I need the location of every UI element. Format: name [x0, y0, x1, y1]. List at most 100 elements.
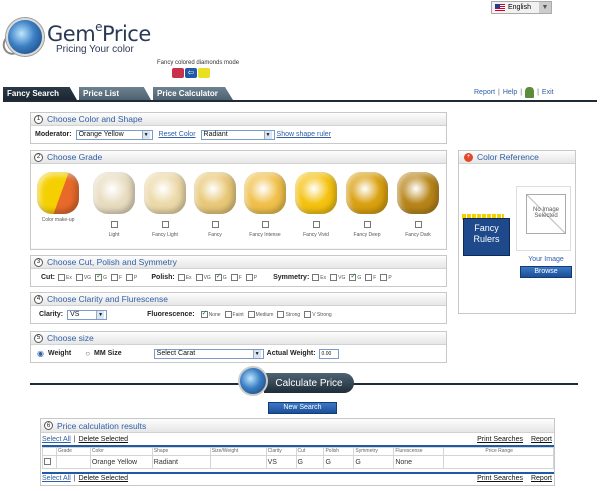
moderator-select[interactable]: Orange Yellow ▼ — [75, 129, 153, 140]
grade-checkbox[interactable] — [364, 221, 371, 228]
tab-price-calculator[interactable]: Price Calculator — [153, 87, 233, 100]
delete-selected-link[interactable]: Delete Selected — [79, 436, 128, 443]
grade-gem[interactable] — [295, 172, 337, 214]
option-ex[interactable]: Ex — [312, 274, 326, 281]
grade-checkbox[interactable] — [262, 221, 269, 228]
checkbox[interactable] — [380, 274, 388, 281]
checkbox[interactable] — [247, 311, 255, 318]
checkbox[interactable] — [304, 311, 312, 318]
checkbox[interactable] — [95, 272, 103, 281]
row-checkbox[interactable] — [44, 457, 51, 465]
checkbox[interactable] — [230, 274, 238, 281]
option-medium[interactable]: Medium — [247, 311, 273, 318]
print-searches-link[interactable]: Print Searches — [477, 436, 523, 443]
mode-switcher[interactable]: ⇦ — [172, 68, 210, 78]
checkbox[interactable] — [365, 274, 373, 281]
option-f[interactable]: F — [230, 274, 242, 281]
checkbox[interactable] — [177, 274, 185, 281]
table-cell — [209, 455, 267, 469]
grade-gem[interactable] — [144, 172, 186, 214]
polish-options: Ex VG G F P — [177, 272, 261, 281]
option-p[interactable]: P — [380, 274, 392, 281]
actual-weight-input[interactable]: 0.00 — [318, 348, 339, 359]
moderator-label: Moderator: — [35, 131, 72, 138]
option-p[interactable]: P — [245, 274, 257, 281]
option-f[interactable]: F — [110, 274, 122, 281]
plus-icon[interactable]: + — [464, 152, 473, 162]
grade-checkbox[interactable] — [313, 221, 320, 228]
checkbox[interactable] — [214, 272, 222, 281]
separator: | — [498, 89, 500, 96]
mm-size-radio-icon[interactable]: ○ — [85, 349, 90, 358]
arrow-left-icon[interactable]: ⇦ — [185, 68, 197, 78]
grade-gem[interactable] — [397, 172, 439, 214]
option-vg[interactable]: VG — [75, 274, 91, 281]
option-vg[interactable]: VG — [195, 274, 211, 281]
grade-checkbox[interactable] — [162, 221, 169, 228]
grade-gem[interactable] — [194, 172, 236, 214]
report-link[interactable]: Report — [531, 436, 552, 443]
grade-label: Fancy Deep — [353, 232, 381, 238]
language-select[interactable]: English ▼ — [491, 1, 552, 14]
option-faint[interactable]: Faint — [224, 311, 244, 318]
reset-color-link[interactable]: Reset Color — [159, 131, 196, 138]
carat-select[interactable]: Select Carat ▼ — [153, 348, 264, 359]
clarity-select[interactable]: VS ▼ — [67, 309, 108, 320]
select-all-link[interactable]: Select All — [42, 436, 71, 443]
report-link[interactable]: Report — [474, 89, 495, 96]
option-v-strong[interactable]: V Strong — [304, 311, 332, 318]
fancy-mode-icon[interactable] — [172, 68, 184, 78]
browse-button[interactable]: Browse — [520, 266, 572, 278]
checkbox[interactable] — [58, 274, 65, 281]
grade-checkbox[interactable] — [415, 221, 422, 228]
checkbox[interactable] — [200, 309, 208, 318]
new-search-button[interactable]: New Search — [268, 402, 337, 414]
checkbox[interactable] — [110, 274, 118, 281]
option-p[interactable]: P — [126, 274, 137, 281]
checkbox[interactable] — [349, 272, 357, 281]
option-g[interactable]: G — [214, 272, 227, 281]
select-all-link[interactable]: Select All — [42, 475, 71, 482]
print-searches-link[interactable]: Print Searches — [477, 475, 523, 482]
section-title: Price calculation results — [57, 420, 147, 431]
tab-price-list[interactable]: Price List — [79, 87, 151, 100]
calculate-price-button[interactable]: Calculate Price — [264, 373, 354, 393]
checkbox[interactable] — [224, 311, 232, 318]
table-cell: Radiant — [151, 455, 211, 469]
tab-fancy-search[interactable]: Fancy Search — [3, 87, 77, 100]
results-print-top: Print Searches Report — [477, 436, 552, 443]
step-number: 5 — [34, 333, 43, 343]
grade-gem[interactable] — [346, 172, 388, 214]
option-f[interactable]: F — [365, 274, 376, 281]
table-cell: G — [353, 455, 395, 469]
table-rule — [42, 472, 554, 474]
exit-link[interactable]: Exit — [542, 89, 554, 96]
help-link[interactable]: Help — [503, 89, 517, 96]
grade-gem[interactable] — [93, 172, 135, 214]
option-ex[interactable]: Ex — [58, 274, 72, 281]
option-strong[interactable]: Strong — [277, 311, 300, 318]
checkbox[interactable] — [330, 274, 338, 281]
show-shape-ruler-link[interactable]: Show shape ruler — [277, 131, 331, 138]
checkbox[interactable] — [312, 274, 320, 281]
fancy-rulers-button[interactable]: Fancy Rulers — [463, 218, 510, 256]
weight-radio-icon[interactable]: ◉ — [37, 349, 44, 358]
grade-gem[interactable] — [244, 172, 286, 214]
checkbox[interactable] — [277, 311, 285, 318]
report-link[interactable]: Report — [531, 475, 552, 482]
checkbox[interactable] — [245, 274, 253, 281]
option-ex[interactable]: Ex — [177, 274, 192, 281]
option-vg[interactable]: VG — [330, 274, 345, 281]
chevron-down-icon[interactable]: ▼ — [539, 2, 551, 13]
grade-checkbox[interactable] — [111, 221, 118, 228]
shape-select[interactable]: Radiant ▼ — [200, 129, 275, 140]
option-none[interactable]: None — [200, 309, 221, 318]
option-g[interactable]: G — [349, 272, 361, 281]
checkbox[interactable] — [75, 274, 83, 281]
checkbox[interactable] — [126, 274, 134, 281]
yellow-mode-icon[interactable] — [198, 68, 210, 78]
delete-selected-link[interactable]: Delete Selected — [79, 475, 128, 482]
option-g[interactable]: G — [95, 272, 107, 281]
checkbox[interactable] — [195, 274, 203, 281]
grade-checkbox[interactable] — [212, 221, 219, 228]
